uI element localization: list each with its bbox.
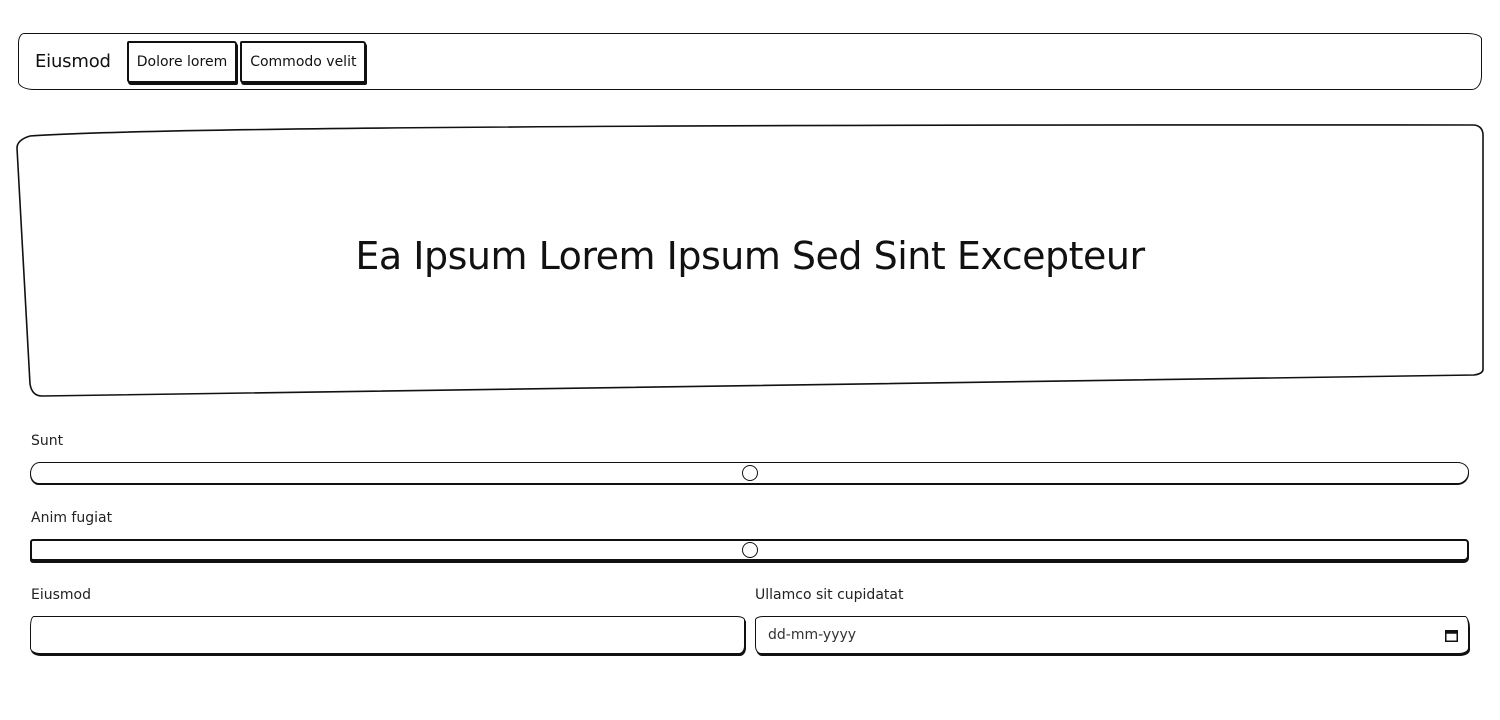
slider-sunt[interactable] xyxy=(30,462,1469,484)
top-nav: Eiusmod Dolore lorem Commodo velit xyxy=(18,33,1482,90)
slider-sunt-thumb[interactable] xyxy=(741,465,758,481)
date-input[interactable]: dd-mm-yyyy xyxy=(755,616,1469,654)
date-field-label: Ullamco sit cupidatat xyxy=(755,587,904,603)
hero-title: Ea Ipsum Lorem Ipsum Sed Sint Excepteur xyxy=(355,234,1145,278)
calendar-icon[interactable] xyxy=(1444,628,1458,642)
nav-button-dolore-lorem[interactable]: Dolore lorem xyxy=(126,40,238,83)
nav-button-commodo-velit[interactable]: Commodo velit xyxy=(240,40,367,83)
slider-anim-fugiat[interactable] xyxy=(30,539,1469,561)
date-input-placeholder: dd-mm-yyyy xyxy=(768,627,857,643)
eiusmod-field-label: Eiusmod xyxy=(31,587,91,603)
eiusmod-input[interactable] xyxy=(30,616,745,654)
nav-brand[interactable]: Eiusmod xyxy=(35,51,111,72)
slider-anim-fugiat-label: Anim fugiat xyxy=(31,510,113,526)
hero-banner: Ea Ipsum Lorem Ipsum Sed Sint Excepteur xyxy=(0,118,1500,404)
page: Eiusmod Dolore lorem Commodo velit Ea Ip… xyxy=(0,0,1500,720)
slider-sunt-label: Sunt xyxy=(31,433,64,449)
slider-anim-fugiat-thumb[interactable] xyxy=(741,542,758,558)
